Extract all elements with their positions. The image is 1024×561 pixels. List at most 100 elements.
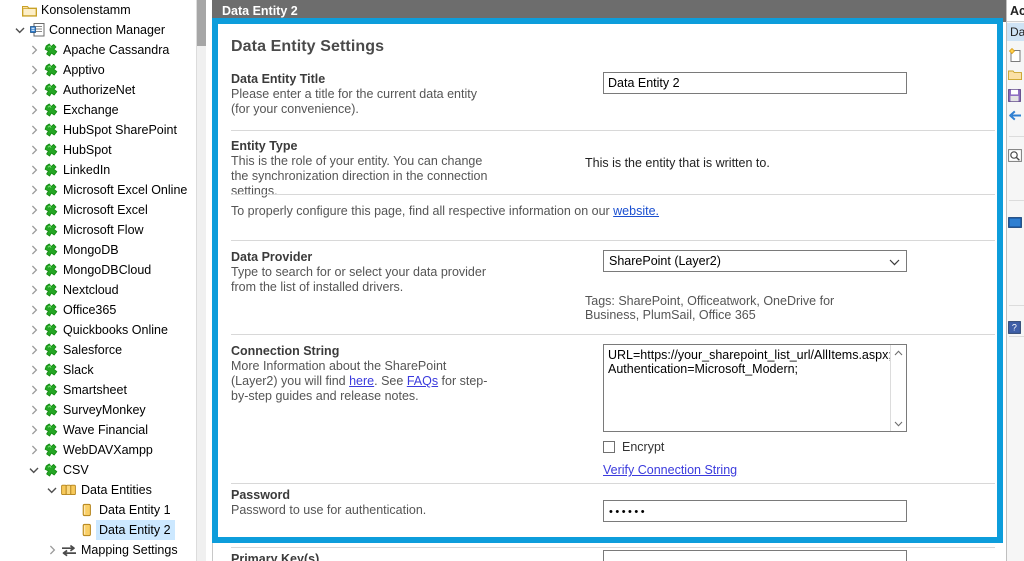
chevron-right-icon[interactable] [26, 40, 42, 60]
action-item-preview-data[interactable]: Preview Data [1008, 146, 1024, 164]
data-entity-title-input[interactable] [603, 72, 907, 94]
plug-icon [42, 420, 60, 440]
action-item-new-data-entity[interactable]: New Data Entity [1008, 46, 1024, 64]
chevron-none [4, 0, 20, 20]
chevron-right-icon[interactable] [26, 300, 42, 320]
tree-item-label: LinkedIn [63, 163, 111, 177]
tree-item-hubspot-sharepoint[interactable]: HubSpot SharePoint [0, 120, 196, 140]
tree-item-label: WebDAVXampp [63, 443, 153, 457]
scroll-down-icon[interactable] [891, 416, 906, 431]
chevron-right-icon[interactable] [26, 120, 42, 140]
tree-item-label: Apptivo [63, 63, 105, 77]
chevron-right-icon[interactable] [26, 400, 42, 420]
data-provider-select[interactable]: SharePoint (Layer2) [603, 250, 907, 272]
tree-item-webdavxampp[interactable]: WebDAVXampp [0, 440, 196, 460]
actions-divider-4 [1009, 336, 1024, 337]
tree-item-label: Wave Financial [63, 423, 148, 437]
tree-item-connection-manager[interactable]: Connection Manager [0, 20, 196, 40]
chevron-right-icon[interactable] [26, 200, 42, 220]
chevron-down-icon[interactable] [44, 480, 60, 500]
tree-item-wave-financial[interactable]: Wave Financial [0, 420, 196, 440]
divider-4 [231, 334, 995, 335]
tree-item-mapping-settings[interactable]: Mapping Settings [0, 540, 196, 560]
tree-item-authorizenet[interactable]: AuthorizeNet [0, 80, 196, 100]
chevron-right-icon[interactable] [26, 60, 42, 80]
chevron-right-icon[interactable] [26, 220, 42, 240]
connection-tree[interactable]: Konsolenstamm Connection Manager Apache Ca… [0, 0, 196, 561]
chevron-right-icon[interactable] [44, 540, 60, 560]
chevron-right-icon[interactable] [26, 80, 42, 100]
tree-item-slack[interactable]: Slack [0, 360, 196, 380]
plug-icon [42, 320, 60, 340]
tree-item-salesforce[interactable]: Salesforce [0, 340, 196, 360]
entity-type-description: This is the role of your entity. You can… [231, 154, 488, 198]
plug-icon [42, 220, 60, 240]
chevron-down-icon[interactable] [12, 20, 28, 40]
tree-item-mongodbcloud[interactable]: MongoDBCloud [0, 260, 196, 280]
tree-item-data-entity-2[interactable]: Data Entity 2 [0, 520, 196, 540]
connection-string-scrollbar[interactable] [890, 345, 906, 431]
tree-item-data-entity-1[interactable]: Data Entity 1 [0, 500, 196, 520]
settings-panel-body: Data Entity Settings Data Entity Title P… [212, 22, 1006, 561]
chevron-right-icon[interactable] [26, 140, 42, 160]
tree-item-nextcloud[interactable]: Nextcloud [0, 280, 196, 300]
tree-scrollbar-thumb[interactable] [197, 0, 206, 46]
encrypt-checkbox-row[interactable]: Encrypt [603, 440, 909, 454]
preview-icon [1008, 148, 1022, 162]
chevron-right-icon[interactable] [26, 320, 42, 340]
encrypt-checkbox[interactable] [603, 441, 615, 453]
save-icon [1008, 88, 1021, 102]
primary-keys-input[interactable] [603, 550, 907, 561]
plug-icon [42, 120, 60, 140]
tree-item-konsolenstamm[interactable]: Konsolenstamm [0, 0, 196, 20]
chevron-right-icon[interactable] [26, 260, 42, 280]
tree-item-apptivo[interactable]: Apptivo [0, 60, 196, 80]
chevron-right-icon[interactable] [26, 100, 42, 120]
connection-string-textarea[interactable]: URL=https://your_sharepoint_list_url/All… [604, 345, 892, 431]
action-item-run[interactable]: Run [1008, 213, 1024, 231]
chevron-right-icon[interactable] [26, 340, 42, 360]
verify-connection-string-link[interactable]: Verify Connection String [603, 463, 909, 477]
website-link[interactable]: website. [613, 204, 659, 218]
chevron-right-icon[interactable] [26, 360, 42, 380]
tree-item-surveymonkey[interactable]: SurveyMonkey [0, 400, 196, 420]
tree-item-smartsheet[interactable]: Smartsheet [0, 380, 196, 400]
chevron-down-icon[interactable] [26, 460, 42, 480]
chevron-right-icon[interactable] [26, 180, 42, 200]
tree-item-office365[interactable]: Office365 [0, 300, 196, 320]
connection-string-textarea-wrap[interactable]: URL=https://your_sharepoint_list_url/All… [603, 344, 907, 432]
chevron-right-icon[interactable] [26, 280, 42, 300]
here-link[interactable]: here [349, 374, 374, 388]
tree-item-quickbooks-online[interactable]: Quickbooks Online [0, 320, 196, 340]
plug-icon [42, 100, 60, 120]
tree-item-label: Data Entity 1 [99, 503, 171, 517]
new-document-icon [1008, 48, 1022, 62]
chevron-right-icon[interactable] [26, 380, 42, 400]
faqs-link[interactable]: FAQs [407, 374, 438, 388]
action-item-save[interactable]: Save [1008, 86, 1024, 104]
plug-icon [42, 180, 60, 200]
tree-item-linkedin[interactable]: LinkedIn [0, 160, 196, 180]
chevron-right-icon[interactable] [26, 420, 42, 440]
action-item-back[interactable]: Back [1008, 106, 1024, 124]
tree-item-microsoft-excel[interactable]: Microsoft Excel [0, 200, 196, 220]
tree-item-csv[interactable]: CSV [0, 460, 196, 480]
configure-notice: To properly configure this page, find al… [231, 204, 659, 218]
tree-item-data-entities[interactable]: Data Entities [0, 480, 196, 500]
chevron-right-icon[interactable] [26, 160, 42, 180]
action-item-open[interactable]: Open [1008, 66, 1024, 84]
plug-icon [42, 280, 60, 300]
tree-item-microsoft-flow[interactable]: Microsoft Flow [0, 220, 196, 240]
tree-item-mongodb[interactable]: MongoDB [0, 240, 196, 260]
chevron-right-icon[interactable] [26, 240, 42, 260]
folder-icon [20, 0, 38, 20]
tree-item-hubspot[interactable]: HubSpot [0, 140, 196, 160]
tree-scrollbar[interactable] [196, 0, 206, 561]
tree-item-apache-cassandra[interactable]: Apache Cassandra [0, 40, 196, 60]
password-input[interactable]: •••••• [603, 500, 907, 522]
tree-item-microsoft-excel-online[interactable]: Microsoft Excel Online [0, 180, 196, 200]
chevron-right-icon[interactable] [26, 440, 42, 460]
action-item-help[interactable]: ?Help [1008, 318, 1024, 336]
scroll-up-icon[interactable] [891, 345, 906, 360]
tree-item-exchange[interactable]: Exchange [0, 100, 196, 120]
